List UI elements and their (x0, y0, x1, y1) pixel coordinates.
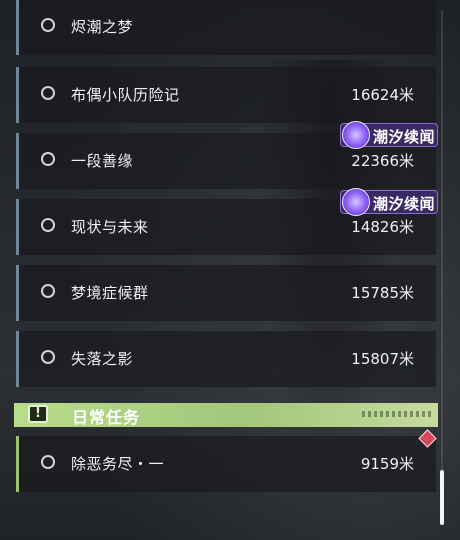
task-item[interactable]: 布偶小队历险记 16624米 (16, 67, 436, 123)
circle-outline-icon (41, 86, 55, 100)
task-name: 一段善缘 (71, 152, 134, 170)
task-name: 烬潮之梦 (71, 18, 134, 36)
circle-outline-icon (41, 18, 55, 32)
tide-sequel-badge: 潮汐续闻 (340, 188, 438, 216)
task-item[interactable]: 烬潮之梦 (16, 0, 436, 55)
circle-outline-icon (41, 455, 55, 469)
task-name: 失落之影 (71, 350, 134, 368)
task-distance: 14826米 (351, 218, 414, 236)
scrollbar-track[interactable] (441, 10, 443, 470)
badge-label: 潮汐续闻 (373, 128, 436, 146)
scrollbar-thumb[interactable] (440, 470, 444, 525)
task-distance: 16624米 (351, 86, 414, 104)
task-distance: 22366米 (351, 152, 414, 170)
task-name: 除恶务尽・一 (71, 455, 165, 473)
tide-sequel-icon (342, 188, 370, 216)
daily-tasks-header[interactable]: ! 日常任务 (14, 403, 438, 427)
daily-task-item[interactable]: 除恶务尽・一 9159米 (16, 436, 436, 492)
circle-outline-icon (41, 284, 55, 298)
task-name: 现状与未来 (71, 218, 149, 236)
exclamation-icon: ! (28, 405, 48, 423)
task-distance: 15785米 (351, 284, 414, 302)
task-distance: 9159米 (360, 455, 414, 473)
badge-label: 潮汐续闻 (373, 195, 436, 213)
circle-outline-icon (41, 350, 55, 364)
tide-sequel-icon (342, 121, 370, 149)
circle-outline-icon (41, 152, 55, 166)
header-decoration (362, 411, 432, 417)
task-name: 梦境症候群 (71, 284, 149, 302)
tide-sequel-badge: 潮汐续闻 (340, 121, 438, 149)
task-item[interactable]: 梦境症候群 15785米 (16, 265, 436, 321)
circle-outline-icon (41, 218, 55, 232)
task-distance: 15807米 (351, 350, 414, 368)
daily-tasks-title: 日常任务 (72, 408, 141, 427)
task-item[interactable]: 失落之影 15807米 (16, 331, 436, 387)
task-name: 布偶小队历险记 (71, 86, 180, 104)
